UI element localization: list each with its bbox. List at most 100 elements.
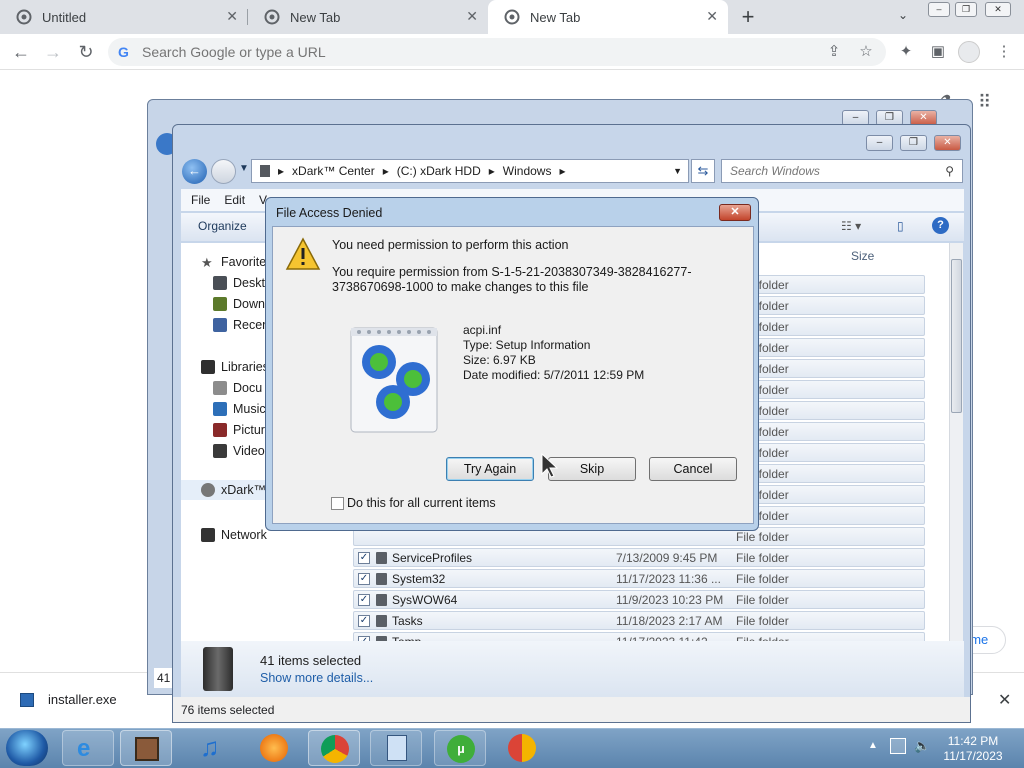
nav-libraries[interactable]: Libraries — [201, 360, 269, 374]
omnibox[interactable]: G — [108, 38, 886, 66]
tab-new-tab-2[interactable]: New Tab ✕ — [488, 0, 728, 34]
taskbar-explorer-icon[interactable] — [120, 730, 172, 766]
cancel-button[interactable]: Cancel — [649, 457, 737, 481]
taskbar-utorrent-icon[interactable]: µ — [434, 730, 486, 766]
back-arrow-icon[interactable]: ← — [10, 41, 32, 63]
minimize-button[interactable]: – — [866, 135, 893, 151]
apps-grid-icon[interactable]: ⠿ — [978, 92, 991, 113]
menu-edit[interactable]: Edit — [224, 193, 245, 207]
breadcrumb-windows[interactable]: Windows — [503, 164, 552, 178]
nav-videos[interactable]: Videos — [213, 444, 271, 458]
view-options-icon[interactable]: ☷ ▾ — [841, 219, 861, 233]
nav-desktop[interactable]: Deskto — [213, 276, 272, 290]
nav-label: Favorite — [221, 255, 267, 269]
restore-button[interactable]: ❐ — [900, 135, 927, 151]
start-orb-icon[interactable] — [6, 730, 48, 766]
path-separator: ▸ — [559, 164, 566, 178]
close-tab-icon[interactable]: ✕ — [226, 8, 238, 25]
table-row[interactable]: ✓ ServiceProfiles 7/13/2009 9:45 PM File fo… — [353, 548, 925, 567]
menu-file[interactable]: File — [191, 193, 210, 207]
new-tab-button[interactable]: + — [736, 4, 760, 30]
nav-label: Libraries — [221, 360, 269, 374]
libraries-icon — [201, 360, 215, 374]
videos-icon — [213, 444, 227, 458]
table-row[interactable]: ✓ System32 11/17/2023 11:36 ... File folder — [353, 569, 925, 588]
share-icon[interactable]: ⇪ — [824, 42, 844, 62]
downloads-icon — [213, 297, 227, 311]
nav-documents[interactable]: Docu — [213, 381, 262, 395]
download-item[interactable]: installer.exe — [20, 692, 117, 707]
side-panel-icon[interactable]: ▣ — [928, 42, 948, 62]
taskbar-media-icon[interactable]: ♫ — [186, 730, 238, 766]
address-bar[interactable]: ▸ xDark™ Center ▸ (C:) xDark HDD ▸ Windo… — [251, 159, 689, 183]
taskbar-clock[interactable]: 11:42 PM 11/17/2023 — [932, 734, 1014, 764]
close-download-bar-icon[interactable]: ✕ — [998, 690, 1011, 710]
search-windows-input[interactable]: Search Windows ⚲ — [721, 159, 963, 183]
nav-pictures[interactable]: Pictur — [213, 423, 265, 437]
taskbar-firefox-icon[interactable] — [248, 730, 300, 766]
try-again-button[interactable]: Try Again — [446, 457, 534, 481]
taskbar-chrome-icon[interactable] — [308, 730, 360, 766]
nav-favorites[interactable]: ★ Favorite — [201, 255, 267, 270]
reload-icon[interactable]: ↻ — [75, 41, 97, 63]
row-checkbox[interactable]: ✓ — [358, 552, 370, 564]
nav-downloads[interactable]: Down — [213, 297, 265, 311]
network-tray-icon[interactable] — [890, 738, 906, 754]
taskbar-app-icon[interactable] — [496, 730, 548, 766]
folder-icon — [376, 552, 387, 564]
dialog-message: You require permission from S-1-5-21-203… — [332, 265, 692, 294]
close-window-button[interactable]: ✕ — [985, 2, 1011, 17]
restore-button[interactable]: ❐ — [955, 2, 977, 17]
taskbar-internet-explorer-icon[interactable]: e — [62, 730, 114, 766]
bookmark-star-icon[interactable]: ☆ — [856, 42, 876, 62]
globe-icon — [16, 9, 32, 25]
volume-muted-icon[interactable]: 🔈 — [914, 738, 930, 754]
recent-pages-chevron-icon[interactable]: ▼ — [239, 163, 249, 174]
refresh-icon[interactable]: ⇆ — [691, 159, 715, 183]
tab-label: New Tab — [290, 9, 341, 25]
forward-arrow-icon[interactable]: → — [42, 41, 64, 63]
file-name: acpi.inf — [463, 323, 502, 337]
row-checkbox[interactable]: ✓ — [358, 573, 370, 585]
profile-avatar-icon[interactable] — [958, 41, 980, 63]
utorrent-icon: µ — [447, 735, 475, 763]
row-checkbox[interactable]: ✓ — [358, 594, 370, 606]
help-icon[interactable]: ? — [932, 217, 949, 234]
dialog-close-button[interactable]: ✕ — [719, 204, 751, 221]
vertical-scrollbar[interactable] — [949, 243, 963, 641]
close-button[interactable]: ✕ — [934, 135, 961, 151]
minimize-button[interactable]: – — [928, 2, 950, 17]
tab-untitled[interactable]: Untitled ✕ — [0, 0, 248, 34]
show-more-details-link[interactable]: Show more details... — [260, 671, 373, 685]
address-dropdown-icon[interactable]: ▼ — [673, 166, 682, 176]
google-g-icon: G — [118, 44, 129, 60]
hard-drive-icon — [201, 483, 215, 497]
nav-music[interactable]: Music — [213, 402, 266, 416]
forward-nav-icon[interactable] — [211, 159, 236, 184]
extensions-puzzle-icon[interactable]: ✦ — [896, 42, 916, 62]
scrollbar-thumb[interactable] — [951, 259, 962, 413]
back-nav-icon[interactable]: ← — [182, 159, 207, 184]
more-menu-icon[interactable]: ⋮ — [994, 42, 1014, 62]
table-row[interactable]: ✓ Tasks 11/18/2023 2:17 AM File folder — [353, 611, 925, 630]
close-tab-icon[interactable]: ✕ — [466, 8, 478, 25]
app-icon — [508, 734, 536, 762]
close-tab-icon[interactable]: ✕ — [706, 8, 718, 25]
ie-e-icon: e — [77, 735, 91, 762]
preview-pane-icon[interactable]: ▯ — [897, 219, 904, 233]
organize-button[interactable]: Organize — [198, 219, 247, 233]
breadcrumb-drive[interactable]: (C:) xDark HDD — [397, 164, 481, 178]
omnibox-input[interactable] — [142, 44, 802, 60]
breadcrumb-xdark-center[interactable]: xDark™ Center — [292, 164, 375, 178]
table-row[interactable]: ✓ SysWOW64 11/9/2023 10:23 PM File folder — [353, 590, 925, 609]
tab-new-tab-1[interactable]: New Tab ✕ — [248, 0, 488, 34]
show-hidden-icons-icon[interactable]: ▲ — [868, 740, 878, 751]
nav-recent[interactable]: Recen — [213, 318, 269, 332]
nav-network[interactable]: Network — [201, 528, 267, 542]
row-checkbox[interactable]: ✓ — [358, 615, 370, 627]
column-header-size[interactable]: Size — [851, 249, 874, 263]
tab-search-chevron-icon[interactable]: ⌄ — [898, 8, 908, 22]
taskbar-notepad-icon[interactable] — [370, 730, 422, 766]
apply-to-all-checkbox[interactable] — [331, 497, 344, 510]
row-type: File folder — [736, 530, 789, 544]
